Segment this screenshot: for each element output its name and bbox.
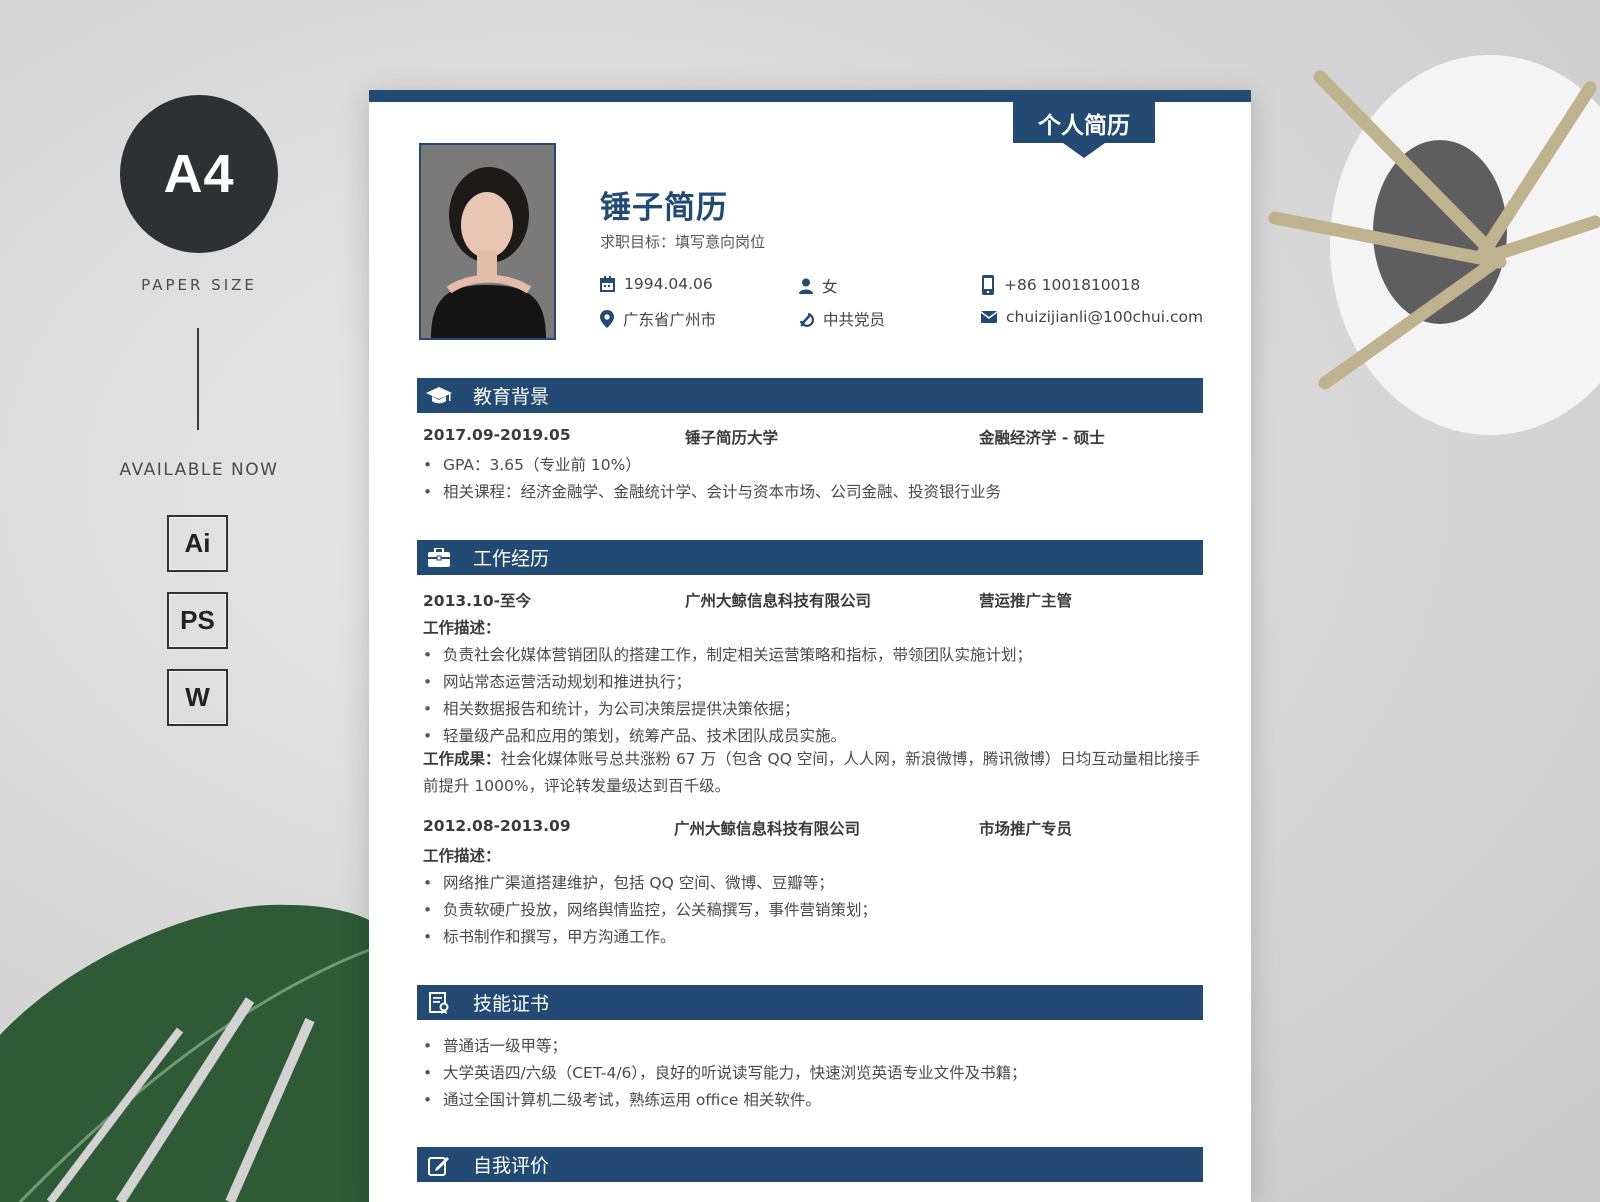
monstera-leaf-image bbox=[0, 904, 370, 1202]
section-skills-header: 技能证书 bbox=[417, 985, 1203, 1020]
edit-icon bbox=[428, 1156, 449, 1176]
info-birth: 1994.04.06 bbox=[600, 275, 713, 293]
job-period: 2012.08-2013.09 bbox=[423, 817, 571, 835]
job-position: 营运推广主管 bbox=[979, 592, 1073, 610]
location-pin-icon bbox=[600, 310, 614, 328]
profile-photo bbox=[419, 143, 556, 340]
divider-line bbox=[197, 328, 199, 430]
skill-item: 大学英语四/六级（CET-4/6），良好的听说读写能力，快速浏览英语专业文件及书… bbox=[423, 1061, 1027, 1083]
section-self-header: 自我评价 bbox=[417, 1147, 1203, 1182]
edu-period: 2017.09-2019.05 bbox=[423, 426, 571, 444]
birth-date: 1994.04.06 bbox=[624, 275, 713, 293]
available-now-label: AVAILABLE NOW bbox=[119, 460, 279, 480]
job-desc-label: 工作描述： bbox=[423, 847, 501, 865]
graduation-cap-icon bbox=[426, 386, 452, 403]
user-icon bbox=[799, 278, 813, 294]
job-item: 网络推广渠道搭建维护，包括 QQ 空间、微博、豆瓣等； bbox=[423, 871, 834, 893]
edu-item: 相关课程：经济金融学、金融统计学、会计与资本市场、公司金融、投资银行业务 bbox=[423, 480, 1001, 502]
resume-sheet: 个人简历 锤子简历 求职目标：填写意向岗位 1994.04.06 女 +86 1… bbox=[369, 90, 1251, 1202]
section-self-title: 自我评价 bbox=[473, 1155, 550, 1177]
phone-icon bbox=[982, 275, 994, 295]
format-ai-badge: Ai bbox=[167, 515, 228, 572]
job-result-label: 工作成果： bbox=[423, 750, 501, 768]
briefcase-icon bbox=[428, 548, 450, 567]
info-gender: 女 bbox=[799, 275, 838, 297]
section-education-header: 教育背景 bbox=[417, 378, 1203, 413]
paper-size-label: PAPER SIZE bbox=[141, 276, 257, 294]
job-item: 轻量级产品和应用的策划，统筹产品、技术团队成员实施。 bbox=[423, 724, 846, 746]
phone-number: +86 1001810018 bbox=[1004, 276, 1141, 294]
job-period: 2013.10-至今 bbox=[423, 592, 532, 610]
resume-banner-title: 个人简历 bbox=[1038, 113, 1130, 139]
job-item: 网站常态运营活动规划和推进执行； bbox=[423, 670, 691, 692]
info-location: 广东省广州市 bbox=[600, 308, 716, 330]
job-company: 广州大鲸信息科技有限公司 bbox=[674, 820, 861, 838]
job-target: 求职目标：填写意向岗位 bbox=[600, 233, 766, 251]
candidate-name: 锤子简历 bbox=[600, 190, 728, 226]
job-item: 负责社会化媒体营销团队的搭建工作，制定相关运营策略和指标，带领团队实施计划； bbox=[423, 643, 1032, 665]
job-result-text: 社会化媒体账号总共涨粉 67 万（包含 QQ 空间，人人网，新浪微博，腾讯微博）… bbox=[423, 750, 1200, 795]
section-work-title: 工作经历 bbox=[473, 548, 550, 570]
section-skills-title: 技能证书 bbox=[473, 993, 550, 1015]
location: 广东省广州市 bbox=[623, 311, 717, 329]
party-emblem-icon bbox=[799, 312, 814, 327]
job-item: 相关数据报告和统计，为公司决策层提供决策依据； bbox=[423, 697, 800, 719]
political-status: 中共党员 bbox=[823, 311, 886, 329]
job-position: 市场推广专员 bbox=[979, 820, 1073, 838]
info-phone: +86 1001810018 bbox=[981, 275, 1140, 295]
job-item: 负责软硬广投放，网络舆情监控，公关稿撰写，事件营销策划； bbox=[423, 898, 877, 920]
skill-item: 通过全国计算机二级考试，熟练运用 office 相关软件。 bbox=[423, 1088, 821, 1110]
section-education-title: 教育背景 bbox=[473, 386, 550, 408]
edu-school: 锤子简历大学 bbox=[685, 429, 779, 447]
job-company: 广州大鲸信息科技有限公司 bbox=[685, 592, 872, 610]
skill-item: 普通话一级甲等； bbox=[423, 1034, 567, 1056]
job-item: 标书制作和撰写，甲方沟通工作。 bbox=[423, 925, 676, 947]
info-email: chuizijianli@100chui.com bbox=[981, 308, 1203, 326]
info-politics: 中共党员 bbox=[799, 308, 885, 330]
edu-major: 金融经济学 - 硕士 bbox=[979, 429, 1105, 447]
edu-item: GPA：3.65（专业前 10%） bbox=[423, 453, 641, 475]
format-word-badge: W bbox=[167, 669, 228, 726]
format-ps-badge: PS bbox=[167, 592, 228, 649]
job-result: 工作成果：社会化媒体账号总共涨粉 67 万（包含 QQ 空间，人人网，新浪微博，… bbox=[423, 746, 1203, 800]
gender: 女 bbox=[822, 278, 838, 296]
email-icon bbox=[981, 311, 997, 323]
paper-size-badge: A4 bbox=[120, 95, 278, 253]
section-work-header: 工作经历 bbox=[417, 540, 1203, 575]
certificate-icon bbox=[429, 991, 449, 1014]
job-desc-label: 工作描述： bbox=[423, 619, 501, 637]
calendar-icon bbox=[600, 276, 615, 292]
email-address: chuizijianli@100chui.com bbox=[1006, 308, 1204, 326]
